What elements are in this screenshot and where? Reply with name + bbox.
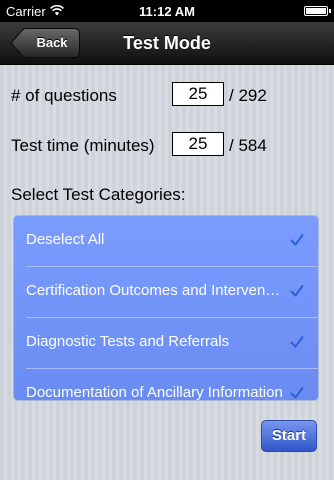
list-item-diagnostic-tests[interactable]: Diagnostic Tests and Referrals bbox=[14, 318, 318, 368]
list-item-label: Deselect All bbox=[26, 231, 105, 248]
list-item-documentation-ancillary[interactable]: Documentation of Ancillary Information bbox=[14, 369, 318, 401]
checkmark-icon bbox=[290, 285, 304, 297]
questions-total: / 292 bbox=[229, 86, 267, 105]
list-item-label: Diagnostic Tests and Referrals bbox=[26, 333, 230, 350]
test-time-label: Test time (minutes) bbox=[11, 136, 155, 155]
questions-count-field[interactable]: 25 bbox=[172, 82, 224, 106]
checkmark-icon bbox=[290, 234, 304, 246]
battery-icon bbox=[304, 6, 331, 16]
navigation-bar: Back Test Mode bbox=[0, 22, 334, 65]
list-item-label: Documentation of Ancillary Information bbox=[26, 384, 283, 401]
list-item-certification-outcomes[interactable]: Certification Outcomes and Interventions bbox=[14, 267, 318, 317]
checkmark-icon bbox=[290, 336, 304, 348]
test-time-total: / 584 bbox=[229, 136, 267, 155]
questions-label: # of questions bbox=[11, 86, 117, 105]
status-time: 11:12 AM bbox=[139, 4, 195, 19]
test-time-field[interactable]: 25 bbox=[172, 132, 224, 156]
status-bar: Carrier 11:12 AM bbox=[0, 0, 334, 22]
list-item-label: Certification Outcomes and Interventions bbox=[26, 282, 284, 299]
categories-heading: Select Test Categories: bbox=[11, 185, 186, 204]
checkmark-icon bbox=[290, 387, 304, 399]
list-item-deselect-all[interactable]: Deselect All bbox=[14, 216, 318, 266]
page-title: Test Mode bbox=[123, 33, 211, 53]
categories-list[interactable]: Deselect All Certification Outcomes and … bbox=[13, 215, 319, 401]
start-button[interactable]: Start bbox=[261, 420, 317, 452]
